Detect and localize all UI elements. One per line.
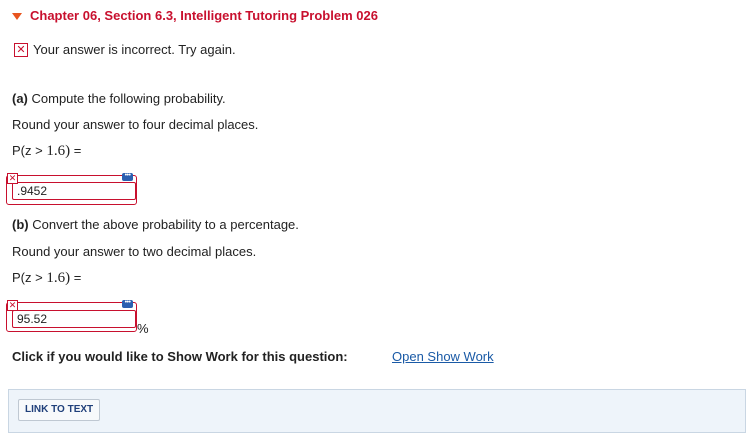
part-a-answer-input[interactable]: .9452 xyxy=(12,182,136,200)
answer-status: ✕ Your answer is incorrect. Try again. xyxy=(14,42,236,57)
part-b-label: (b) xyxy=(12,217,29,232)
collapse-triangle-icon[interactable] xyxy=(12,12,22,20)
part-b-expr-suffix: = xyxy=(70,270,82,285)
field-menu-icon[interactable]: ••• xyxy=(122,299,133,308)
part-b-prompt-text: Convert the above probability to a perce… xyxy=(28,217,299,232)
link-to-text-button[interactable]: LINK TO TEXT xyxy=(18,399,101,421)
part-a-prompt: (a) Compute the following probability. xyxy=(12,91,226,106)
section-title: Chapter 06, Section 6.3, Intelligent Tut… xyxy=(30,8,378,23)
part-a-expr-prefix: P(z > xyxy=(12,143,47,158)
open-show-work-link[interactable]: Open Show Work xyxy=(392,349,494,364)
percent-unit: % xyxy=(137,321,149,336)
part-a-prompt-text: Compute the following probability. xyxy=(27,91,226,106)
field-menu-icon[interactable]: ••• xyxy=(122,172,133,181)
part-b-expr-prefix: P(z > xyxy=(12,270,47,285)
part-a-label: (a) xyxy=(12,91,28,106)
part-a-expr-suffix: = xyxy=(70,143,82,158)
part-a-instruction: Round your answer to four decimal places… xyxy=(12,117,259,132)
part-b-expression: P(z > 1.6) = xyxy=(12,270,81,287)
part-a-expression: P(z > 1.6) = xyxy=(12,143,81,160)
incorrect-x-icon: ✕ xyxy=(14,42,28,57)
field-error-icon: ✕ xyxy=(7,173,18,184)
part-b-answer-input[interactable]: 95.52 xyxy=(12,310,136,328)
show-work-prompt: Click if you would like to Show Work for… xyxy=(12,349,348,364)
field-error-icon: ✕ xyxy=(7,300,18,311)
bottom-panel: LINK TO TEXT xyxy=(8,389,746,433)
part-b-expr-math: 1.6) xyxy=(46,270,71,286)
section-header[interactable]: Chapter 06, Section 6.3, Intelligent Tut… xyxy=(12,8,378,23)
part-a-expr-math: 1.6) xyxy=(46,143,71,159)
status-message: Your answer is incorrect. Try again. xyxy=(33,42,236,57)
part-b-prompt: (b) Convert the above probability to a p… xyxy=(12,217,299,232)
part-b-instruction: Round your answer to two decimal places. xyxy=(12,244,257,259)
